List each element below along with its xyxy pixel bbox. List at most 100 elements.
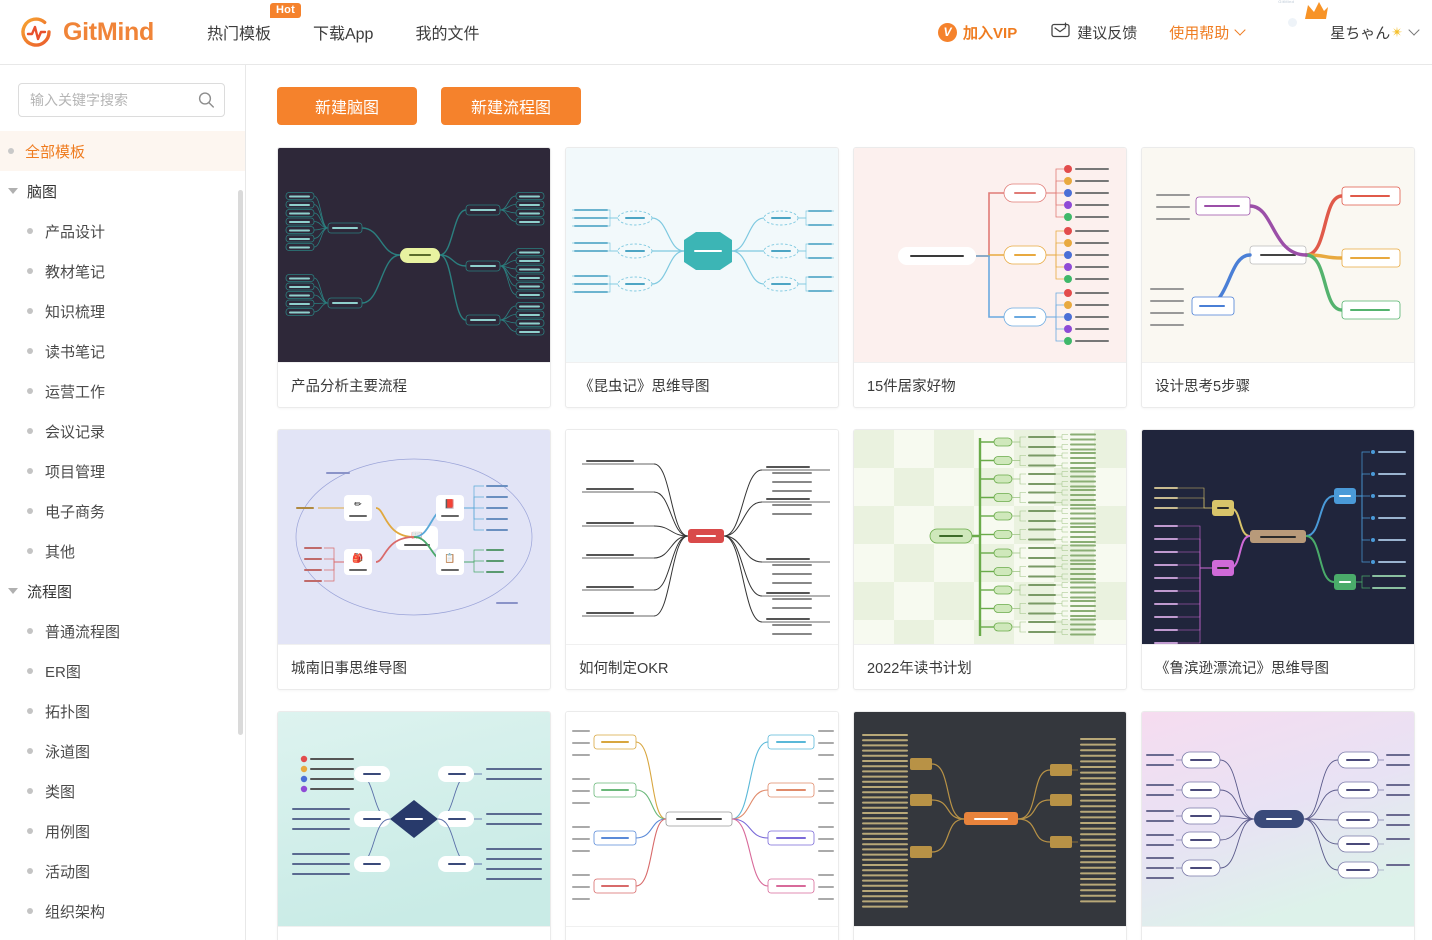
envelope-icon: [1051, 22, 1070, 43]
user-menu[interactable]: GitMind 星ちゃん ✴: [1278, 9, 1418, 55]
sidebar-item-label: 产品设计: [45, 221, 105, 242]
sidebar-item-label: ER图: [45, 661, 81, 682]
bullet-icon: [27, 908, 33, 914]
sidebar-item-15[interactable]: 泳道图: [0, 731, 245, 771]
new-mindmap-button[interactable]: 新建脑图: [277, 87, 417, 125]
create-toolbar: 新建脑图 新建流程图: [246, 65, 1432, 125]
brand-logo[interactable]: GitMind: [18, 14, 154, 50]
avatar: GitMind: [1278, 9, 1324, 55]
sidebar-item-10[interactable]: 其他: [0, 531, 245, 571]
search-icon[interactable]: [198, 92, 215, 109]
sidebar-item-label: 其他: [45, 541, 75, 562]
sidebar-item-7[interactable]: 会议记录: [0, 411, 245, 451]
sidebar-item-13[interactable]: ER图: [0, 651, 245, 691]
caret-down-icon: [8, 588, 18, 594]
crown-icon: [1303, 1, 1329, 21]
template-card[interactable]: 如何制定OKR: [565, 429, 839, 690]
help-label: 使用帮助: [1169, 22, 1229, 43]
template-card[interactable]: 2022年读书计划: [853, 429, 1127, 690]
template-card[interactable]: 《昆虫记》思维导图: [565, 147, 839, 408]
sidebar-item-label: 知识梳理: [45, 301, 105, 322]
sidebar-item-5[interactable]: 读书笔记: [0, 331, 245, 371]
template-title: 如何制定OKR: [566, 644, 838, 689]
template-thumbnail: [566, 430, 838, 644]
sidebar-item-17[interactable]: 用例图: [0, 811, 245, 851]
template-card[interactable]: 15件居家好物: [853, 147, 1127, 408]
gitmind-logo-icon: [18, 14, 54, 50]
join-vip-button[interactable]: V 加入VIP: [938, 22, 1017, 43]
sidebar-item-18[interactable]: 活动图: [0, 851, 245, 891]
template-card[interactable]: 《水浒传》思维导图: [277, 711, 551, 940]
template-thumbnail: [854, 148, 1126, 362]
template-title: 如何成为PPT制作高手: [854, 926, 1126, 940]
template-card[interactable]: 新媒体运营必备工具: [565, 711, 839, 940]
sidebar-item-label: 项目管理: [45, 461, 105, 482]
nav-item-download-app[interactable]: 下载App: [313, 20, 373, 44]
search-input[interactable]: [19, 92, 224, 108]
help-dropdown[interactable]: 使用帮助: [1169, 22, 1244, 43]
feedback-button[interactable]: 建议反馈: [1051, 22, 1137, 43]
sidebar-item-9[interactable]: 电子商务: [0, 491, 245, 531]
app-header: GitMind 热门模板 Hot 下载App 我的文件 V 加入VIP 建议反馈: [0, 0, 1432, 65]
template-card[interactable]: 设计思考5步骤: [1141, 147, 1415, 408]
svg-text:📋: 📋: [444, 552, 455, 563]
sidebar-item-6[interactable]: 运营工作: [0, 371, 245, 411]
sidebar-item-label: 读书笔记: [45, 341, 105, 362]
template-card[interactable]: 《朝花夕拾》思维导图: [1141, 711, 1415, 940]
sidebar-item-2[interactable]: 产品设计: [0, 211, 245, 251]
bullet-icon: [27, 708, 33, 714]
sidebar-item-label: 教材笔记: [45, 261, 105, 282]
template-card[interactable]: 如何成为PPT制作高手: [853, 711, 1127, 940]
sidebar-item-19[interactable]: 组织架构: [0, 891, 245, 931]
sidebar-item-label: 泳道图: [45, 741, 90, 762]
new-flowchart-button[interactable]: 新建流程图: [441, 87, 581, 125]
sidebar-item-11[interactable]: 流程图: [0, 571, 245, 611]
sidebar-item-8[interactable]: 项目管理: [0, 451, 245, 491]
svg-text:📕: 📕: [444, 499, 455, 509]
sidebar-item-label: 组织架构: [45, 901, 105, 922]
sidebar-item-label: 运营工作: [45, 381, 105, 402]
sidebar-item-0[interactable]: 全部模板: [0, 131, 245, 171]
template-card[interactable]: 产品分析主要流程: [277, 147, 551, 408]
bullet-icon: [27, 228, 33, 234]
sidebar-item-label: 电子商务: [45, 501, 105, 522]
template-thumbnail: [278, 148, 550, 362]
chevron-down-icon: [1235, 24, 1246, 35]
sidebar-item-label: 活动图: [45, 861, 90, 882]
nav-item-templates[interactable]: 热门模板 Hot: [207, 20, 271, 44]
sidebar-item-16[interactable]: 类图: [0, 771, 245, 811]
template-thumbnail: [1142, 148, 1414, 362]
sidebar: 全部模板脑图产品设计教材笔记知识梳理读书笔记运营工作会议记录项目管理电子商务其他…: [0, 65, 246, 940]
bullet-icon: [27, 508, 33, 514]
bullet-icon: [27, 468, 33, 474]
sidebar-item-3[interactable]: 教材笔记: [0, 251, 245, 291]
template-thumbnail: [278, 712, 550, 926]
template-title: 新媒体运营必备工具: [566, 926, 838, 940]
sidebar-scrollbar[interactable]: [238, 190, 243, 735]
sidebar-item-4[interactable]: 知识梳理: [0, 291, 245, 331]
sidebar-item-1[interactable]: 脑图: [0, 171, 245, 211]
sidebar-item-label: 用例图: [45, 821, 90, 842]
template-card[interactable]: 📖✏📕🎒📋城南旧事思维导图: [277, 429, 551, 690]
nav-item-my-files[interactable]: 我的文件: [415, 20, 479, 44]
sparkle-icon: ✴: [1391, 24, 1403, 41]
sidebar-item-14[interactable]: 拓扑图: [0, 691, 245, 731]
template-title: 《朝花夕拾》思维导图: [1142, 926, 1414, 940]
bullet-icon: [27, 428, 33, 434]
user-name: 星ちゃん: [1330, 22, 1390, 43]
svg-text:✏: ✏: [354, 499, 362, 509]
sidebar-item-label: 类图: [45, 781, 75, 802]
template-thumbnail: [566, 148, 838, 362]
sidebar-item-12[interactable]: 普通流程图: [0, 611, 245, 651]
template-thumbnail: [854, 712, 1126, 926]
sidebar-item-label: 全部模板: [25, 141, 85, 162]
main-content: 新建脑图 新建流程图 产品分析主要流程《昆虫记》思维导图 15件居家好物设计思考5…: [246, 65, 1432, 940]
vip-icon: V: [938, 23, 957, 42]
template-title: 《昆虫记》思维导图: [566, 362, 838, 407]
caret-down-icon: [8, 188, 18, 194]
template-card[interactable]: 《鲁滨逊漂流记》思维导图: [1141, 429, 1415, 690]
join-vip-label: 加入VIP: [963, 22, 1017, 43]
bullet-icon: [27, 748, 33, 754]
template-grid: 产品分析主要流程《昆虫记》思维导图15件居家好物设计思考5步骤📖✏📕🎒📋城南旧事…: [246, 125, 1432, 940]
search-box[interactable]: [18, 83, 225, 117]
